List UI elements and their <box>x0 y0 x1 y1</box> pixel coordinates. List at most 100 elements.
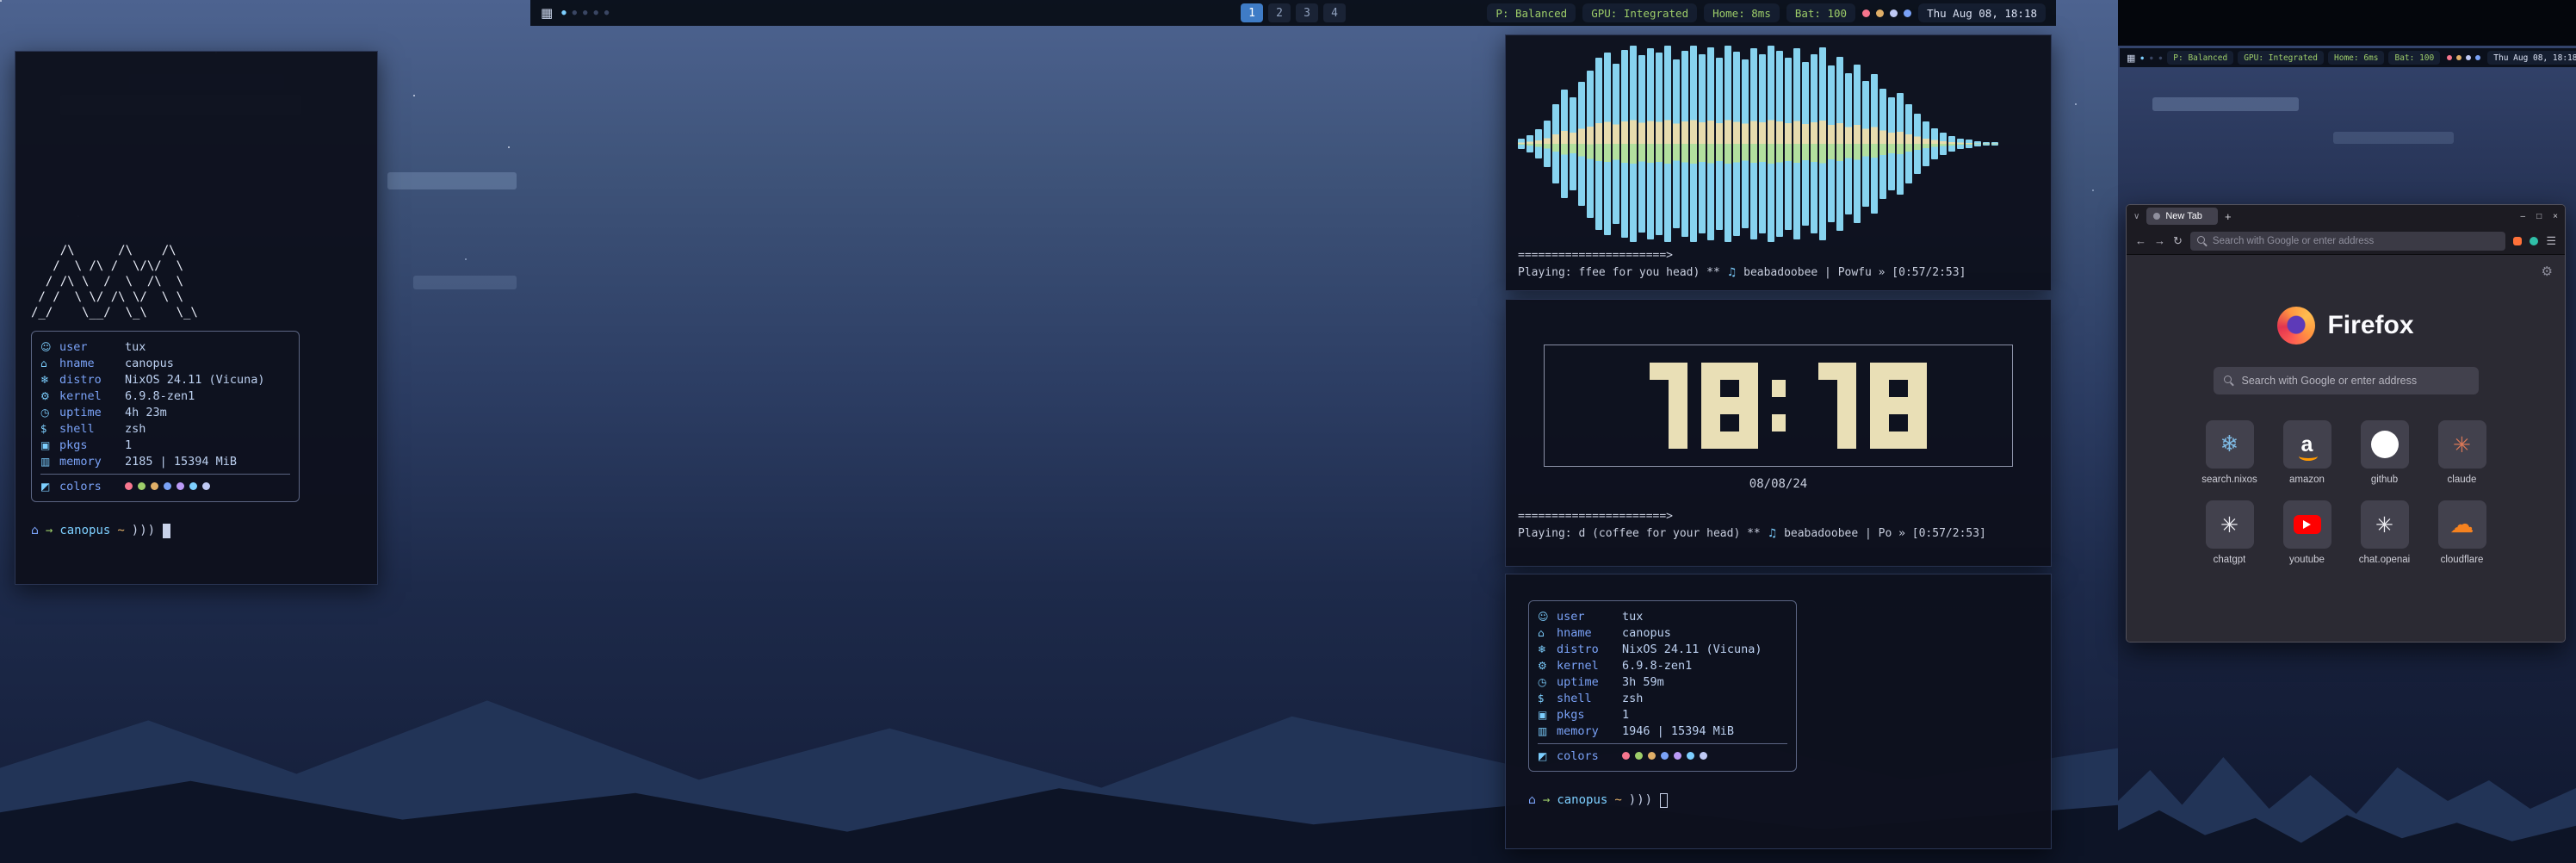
fetch-row: ⚙kernel6.9.8-zen1 <box>40 388 290 404</box>
tag-5[interactable]: ● <box>604 9 609 17</box>
url-input[interactable] <box>2213 236 2499 246</box>
shortcut-claude[interactable]: ✳claude <box>2438 420 2486 485</box>
shortcut-search-nixos[interactable]: ❄search.nixos <box>2201 420 2257 485</box>
tag-2[interactable]: ● <box>573 9 577 17</box>
workspace-button-2[interactable]: 2 <box>1268 3 1291 22</box>
record-icon[interactable] <box>2447 55 2452 60</box>
color-dot <box>138 482 146 490</box>
fetch-value: tux <box>125 339 146 355</box>
cava-bar <box>1690 46 1697 242</box>
fetch-value: 4h 23m <box>125 405 167 420</box>
brightness-icon[interactable] <box>2456 55 2461 60</box>
shortcut-chatgpt[interactable]: ✳chatgpt <box>2206 500 2254 565</box>
fetch-value: zsh <box>125 421 146 437</box>
shortcut-youtube[interactable]: youtube <box>2283 500 2331 565</box>
tag-1[interactable]: ● <box>2140 55 2144 61</box>
cloud <box>2152 97 2299 111</box>
forward-icon[interactable]: → <box>2154 234 2165 247</box>
cava-bar <box>1768 46 1774 242</box>
fetch-label: pkgs <box>1557 707 1622 723</box>
menu-grid-icon[interactable]: ▦ <box>2127 53 2135 64</box>
cava-bar <box>1879 89 1886 199</box>
record-icon[interactable] <box>1862 9 1870 17</box>
browser-tab[interactable]: New Tab <box>2146 208 2218 225</box>
color-dot <box>1700 752 1707 760</box>
newtab-search-input[interactable] <box>2242 375 2468 387</box>
window-control-close[interactable]: × <box>2553 212 2558 221</box>
cava-bar <box>1836 57 1843 232</box>
tag-1[interactable]: ● <box>561 9 566 17</box>
github-tile[interactable] <box>2361 420 2409 469</box>
clock-digit <box>1631 363 1687 449</box>
volume-icon[interactable] <box>2466 55 2471 60</box>
back-icon[interactable]: ← <box>2135 234 2146 247</box>
chatgpt-tile[interactable]: ✳ <box>2206 500 2254 549</box>
youtube-tile[interactable] <box>2283 500 2331 549</box>
pills-right: P: BalancedGPU: IntegratedHome: 6msBat: … <box>2167 51 2440 65</box>
url-bar[interactable] <box>2190 232 2505 251</box>
new-tab-button[interactable]: + <box>2225 210 2232 223</box>
menu-grid-icon[interactable]: ▦ <box>541 5 553 21</box>
workspace-button-1[interactable]: 1 <box>1241 3 1263 22</box>
user-icon: ☺ <box>1538 609 1557 624</box>
extension-icon-orange[interactable] <box>2513 237 2522 245</box>
nixos-icon: ❄ <box>2220 433 2239 456</box>
shell-prompt[interactable]: ⌂ → canopus ~ ))) <box>31 523 362 538</box>
workspace-button-4[interactable]: 4 <box>1323 3 1346 22</box>
network-icon[interactable] <box>1904 9 1911 17</box>
shortcut-cloudflare[interactable]: ☁cloudflare <box>2438 500 2486 565</box>
extension-icon-teal[interactable] <box>2530 237 2538 245</box>
cava-bar <box>1526 135 1533 153</box>
window-control-maximize[interactable]: □ <box>2536 212 2542 221</box>
status-dots-left <box>1862 9 1911 17</box>
tag-3[interactable]: ● <box>583 9 587 17</box>
network-icon[interactable] <box>2475 55 2480 60</box>
fetch-label: colors <box>1557 748 1622 764</box>
clock-digit <box>1799 363 1856 449</box>
firefox-titlebar: ∨ New Tab + – □ × <box>2127 205 2565 227</box>
digit-cell <box>1870 432 1889 449</box>
digit-cell <box>1650 363 1669 380</box>
workspace-button-3[interactable]: 3 <box>1296 3 1318 22</box>
user-icon: ☺ <box>40 339 59 355</box>
fetch-label: hname <box>59 356 125 371</box>
tag-3[interactable]: ● <box>2159 55 2163 61</box>
track-progress: ======================> <box>1518 249 2039 262</box>
digit-cell <box>1631 397 1650 414</box>
cava-bar <box>1819 47 1826 239</box>
fetch-value: canopus <box>1622 625 1671 641</box>
tab-list-chevron-icon[interactable]: ∨ <box>2133 212 2139 221</box>
search-nixos-tile[interactable]: ❄ <box>2206 420 2254 469</box>
search-icon <box>2197 236 2208 246</box>
digit-cell <box>1799 432 1818 449</box>
tag-4[interactable]: ● <box>593 9 598 17</box>
personalize-gear-icon[interactable]: ⚙ <box>2542 264 2553 279</box>
color-dot <box>176 482 184 490</box>
color-dot <box>1674 752 1681 760</box>
shortcut-amazon[interactable]: aamazon <box>2283 420 2331 485</box>
hamburger-menu-icon[interactable]: ☰ <box>2546 234 2556 248</box>
window-control-minimize[interactable]: – <box>2521 212 2526 221</box>
shell-prompt[interactable]: ⌂ → canopus ~ ))) <box>1528 792 2028 808</box>
terminal-cursor <box>163 524 170 538</box>
cloudflare-tile[interactable]: ☁ <box>2438 500 2486 549</box>
cava-bar <box>1828 65 1835 222</box>
cava-bar <box>1647 48 1654 239</box>
claude-tile[interactable]: ✳ <box>2438 420 2486 469</box>
chat-openai-tile[interactable]: ✳ <box>2361 500 2409 549</box>
cava-bar <box>1845 73 1852 214</box>
amazon-tile[interactable]: a <box>2283 420 2331 469</box>
shortcut-label: github <box>2371 475 2398 485</box>
volume-icon[interactable] <box>1890 9 1898 17</box>
reload-icon[interactable]: ↻ <box>2173 234 2183 248</box>
status-pill: GPU: Integrated <box>1582 3 1697 22</box>
brightness-icon[interactable] <box>1876 9 1884 17</box>
cava-bar <box>1983 142 1990 146</box>
newtab-search-bar[interactable] <box>2214 367 2479 394</box>
tag-2[interactable]: ● <box>2150 55 2153 61</box>
prompt-host: canopus <box>59 523 110 538</box>
clock-window: 08/08/24 ======================> Playing… <box>1505 299 2052 567</box>
cava-bar <box>1974 141 1981 147</box>
shortcut-github[interactable]: github <box>2361 420 2409 485</box>
shortcut-chat-openai[interactable]: ✳chat.openai <box>2359 500 2410 565</box>
